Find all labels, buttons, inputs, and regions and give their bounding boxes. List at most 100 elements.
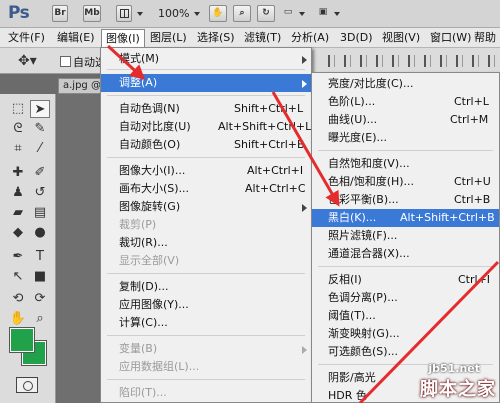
shape-tool-icon[interactable]: ■: [30, 268, 50, 286]
menu-item-trap: 陷印(T)...: [101, 384, 311, 402]
menu-item-exposure[interactable]: 曝光度(E)...: [312, 129, 499, 147]
quick-select-tool-icon[interactable]: ✎: [30, 120, 50, 138]
menu-item-shortcut: Alt+Ctrl+C: [245, 182, 306, 195]
stamp-tool-icon[interactable]: ♟: [8, 184, 28, 202]
menu-item-threshold[interactable]: 阈值(T)...: [312, 307, 499, 325]
chevron-down-icon[interactable]: [137, 12, 143, 16]
menu-item-gradient-map[interactable]: 渐变映射(G)...: [312, 325, 499, 343]
menu-item-invert[interactable]: 反相(I) Ctrl+I: [312, 271, 499, 289]
submenu-arrow-icon: [302, 80, 307, 88]
3d-rotate-tool-icon[interactable]: ⟲: [8, 290, 28, 308]
pen-tool-icon[interactable]: ✒: [8, 248, 28, 266]
menu-item-canvas-size[interactable]: 画布大小(S)... Alt+Ctrl+C: [101, 180, 311, 198]
marquee-tool-icon[interactable]: ⬚: [8, 100, 28, 118]
menu-item-color-balance[interactable]: 色彩平衡(B)... Ctrl+B: [312, 191, 499, 209]
quick-mask-icon[interactable]: [16, 377, 38, 393]
view-extras-button[interactable]: [116, 5, 132, 22]
path-select-tool-icon[interactable]: ↖: [8, 268, 28, 286]
menu-item-label: 色调分离(P)...: [328, 291, 398, 304]
menu-select[interactable]: 选择(S): [197, 28, 235, 48]
eyedropper-tool-icon[interactable]: ⁄: [30, 140, 50, 158]
type-tool-icon[interactable]: T: [30, 248, 50, 266]
healing-tool-icon[interactable]: ✚: [8, 164, 28, 182]
menu-layer[interactable]: 图层(L): [150, 28, 187, 48]
align-icon[interactable]: [424, 55, 431, 67]
chevron-down-icon[interactable]: [194, 12, 200, 16]
menu-item-vibrance[interactable]: 自然饱和度(V)...: [312, 155, 499, 173]
eraser-tool-icon[interactable]: ▰: [8, 204, 28, 222]
brush-tool-icon[interactable]: ✐: [30, 164, 50, 182]
3d-orbit-tool-icon[interactable]: ⟳: [30, 290, 50, 308]
menu-item-calculations[interactable]: 计算(C)...: [101, 314, 311, 332]
menu-separator: [107, 157, 305, 158]
menu-item-image-size[interactable]: 图像大小(I)... Alt+Ctrl+I: [101, 162, 311, 180]
menu-item-levels[interactable]: 色阶(L)... Ctrl+L: [312, 93, 499, 111]
blur-tool-icon[interactable]: ◆: [8, 224, 28, 242]
menu-item-hdr-toning[interactable]: HDR 色: [312, 387, 499, 403]
menu-item-duplicate[interactable]: 复制(D)...: [101, 278, 311, 296]
menu-item-apply-image[interactable]: 应用图像(Y)...: [101, 296, 311, 314]
align-icon[interactable]: [328, 55, 335, 67]
align-icon[interactable]: [456, 55, 463, 67]
auto-select-checkbox[interactable]: [60, 56, 71, 67]
menu-image[interactable]: 图像(I): [101, 29, 145, 48]
menu-item-shortcut: Ctrl+U: [454, 175, 491, 188]
align-icon[interactable]: [360, 55, 367, 67]
lasso-tool-icon[interactable]: ᘓ: [8, 120, 28, 138]
hand-tool-button[interactable]: ✋: [209, 5, 227, 22]
chevron-down-icon[interactable]: [334, 12, 340, 16]
zoom-level[interactable]: 100%: [158, 7, 189, 20]
menu-item-auto-tone[interactable]: 自动色调(N) Shift+Ctrl+L: [101, 100, 311, 118]
zoom-tool-button[interactable]: ⌕: [233, 5, 251, 22]
menu-separator: [318, 150, 493, 151]
history-brush-tool-icon[interactable]: ↺: [30, 184, 50, 202]
menu-item-hue-saturation[interactable]: 色相/饱和度(H)... Ctrl+U: [312, 173, 499, 191]
move-tool-icon[interactable]: ➤: [30, 100, 50, 118]
move-tool-icon[interactable]: ✥▾: [18, 53, 37, 69]
menu-item-image-rotation[interactable]: 图像旋转(G): [101, 198, 311, 216]
hand-tool-icon[interactable]: ✋: [8, 310, 28, 328]
align-icon[interactable]: [376, 55, 383, 67]
menu-view[interactable]: 视图(V): [382, 28, 420, 48]
gradient-tool-icon[interactable]: ▤: [30, 204, 50, 222]
menu-help[interactable]: 帮助: [474, 28, 496, 48]
menu-item-channel-mixer[interactable]: 通道混合器(X)...: [312, 245, 499, 263]
align-icon[interactable]: [488, 55, 495, 67]
menu-item-black-white[interactable]: 黑白(K)... Alt+Shift+Ctrl+B: [312, 209, 499, 227]
arrange-documents-button[interactable]: ▭: [279, 5, 297, 22]
align-icon[interactable]: [392, 55, 399, 67]
bridge-button[interactable]: Br: [52, 5, 68, 22]
crop-tool-icon[interactable]: ⌗: [8, 140, 28, 158]
menu-item-auto-color[interactable]: 自动颜色(O) Shift+Ctrl+B: [101, 136, 311, 154]
menu-item-mode[interactable]: 模式(M): [101, 50, 311, 68]
align-icon[interactable]: [344, 55, 351, 67]
menu-3d[interactable]: 3D(D): [340, 28, 373, 48]
menu-item-curves[interactable]: 曲线(U)... Ctrl+M: [312, 111, 499, 129]
mini-bridge-button[interactable]: Mb: [83, 5, 101, 22]
menu-item-selective-color[interactable]: 可选颜色(S)...: [312, 343, 499, 361]
align-icon[interactable]: [440, 55, 447, 67]
menu-item-trim[interactable]: 裁切(R)...: [101, 234, 311, 252]
menu-filter[interactable]: 滤镜(T): [244, 28, 281, 48]
align-icon[interactable]: [408, 55, 415, 67]
menu-item-brightness-contrast[interactable]: 亮度/对比度(C)...: [312, 75, 499, 93]
menu-item-adjust[interactable]: 调整(A): [101, 74, 311, 92]
menu-edit[interactable]: 编辑(E): [57, 28, 95, 48]
rotate-view-button[interactable]: ↻: [257, 5, 275, 22]
chevron-down-icon[interactable]: [299, 12, 305, 16]
foreground-color-swatch[interactable]: [9, 327, 35, 353]
menu-analysis[interactable]: 分析(A): [291, 28, 329, 48]
menu-file[interactable]: 文件(F): [8, 28, 45, 48]
menu-item-shadows-highlights[interactable]: 阴影/高光: [312, 369, 499, 387]
menu-item-label: 色彩平衡(B)...: [328, 193, 399, 206]
align-icon[interactable]: [472, 55, 479, 67]
menu-item-posterize[interactable]: 色调分离(P)...: [312, 289, 499, 307]
menu-item-shortcut: Alt+Shift+Ctrl+L: [218, 120, 312, 133]
screen-mode-button[interactable]: ▣: [314, 5, 332, 22]
menu-window[interactable]: 窗口(W): [430, 28, 471, 48]
menu-item-photo-filter[interactable]: 照片滤镜(F)...: [312, 227, 499, 245]
document-tab[interactable]: a.jpg @: [58, 78, 102, 94]
menu-item-auto-contrast[interactable]: 自动对比度(U) Alt+Shift+Ctrl+L: [101, 118, 311, 136]
zoom-tool-icon[interactable]: ⌕: [30, 310, 50, 328]
dodge-tool-icon[interactable]: ●: [30, 224, 50, 242]
